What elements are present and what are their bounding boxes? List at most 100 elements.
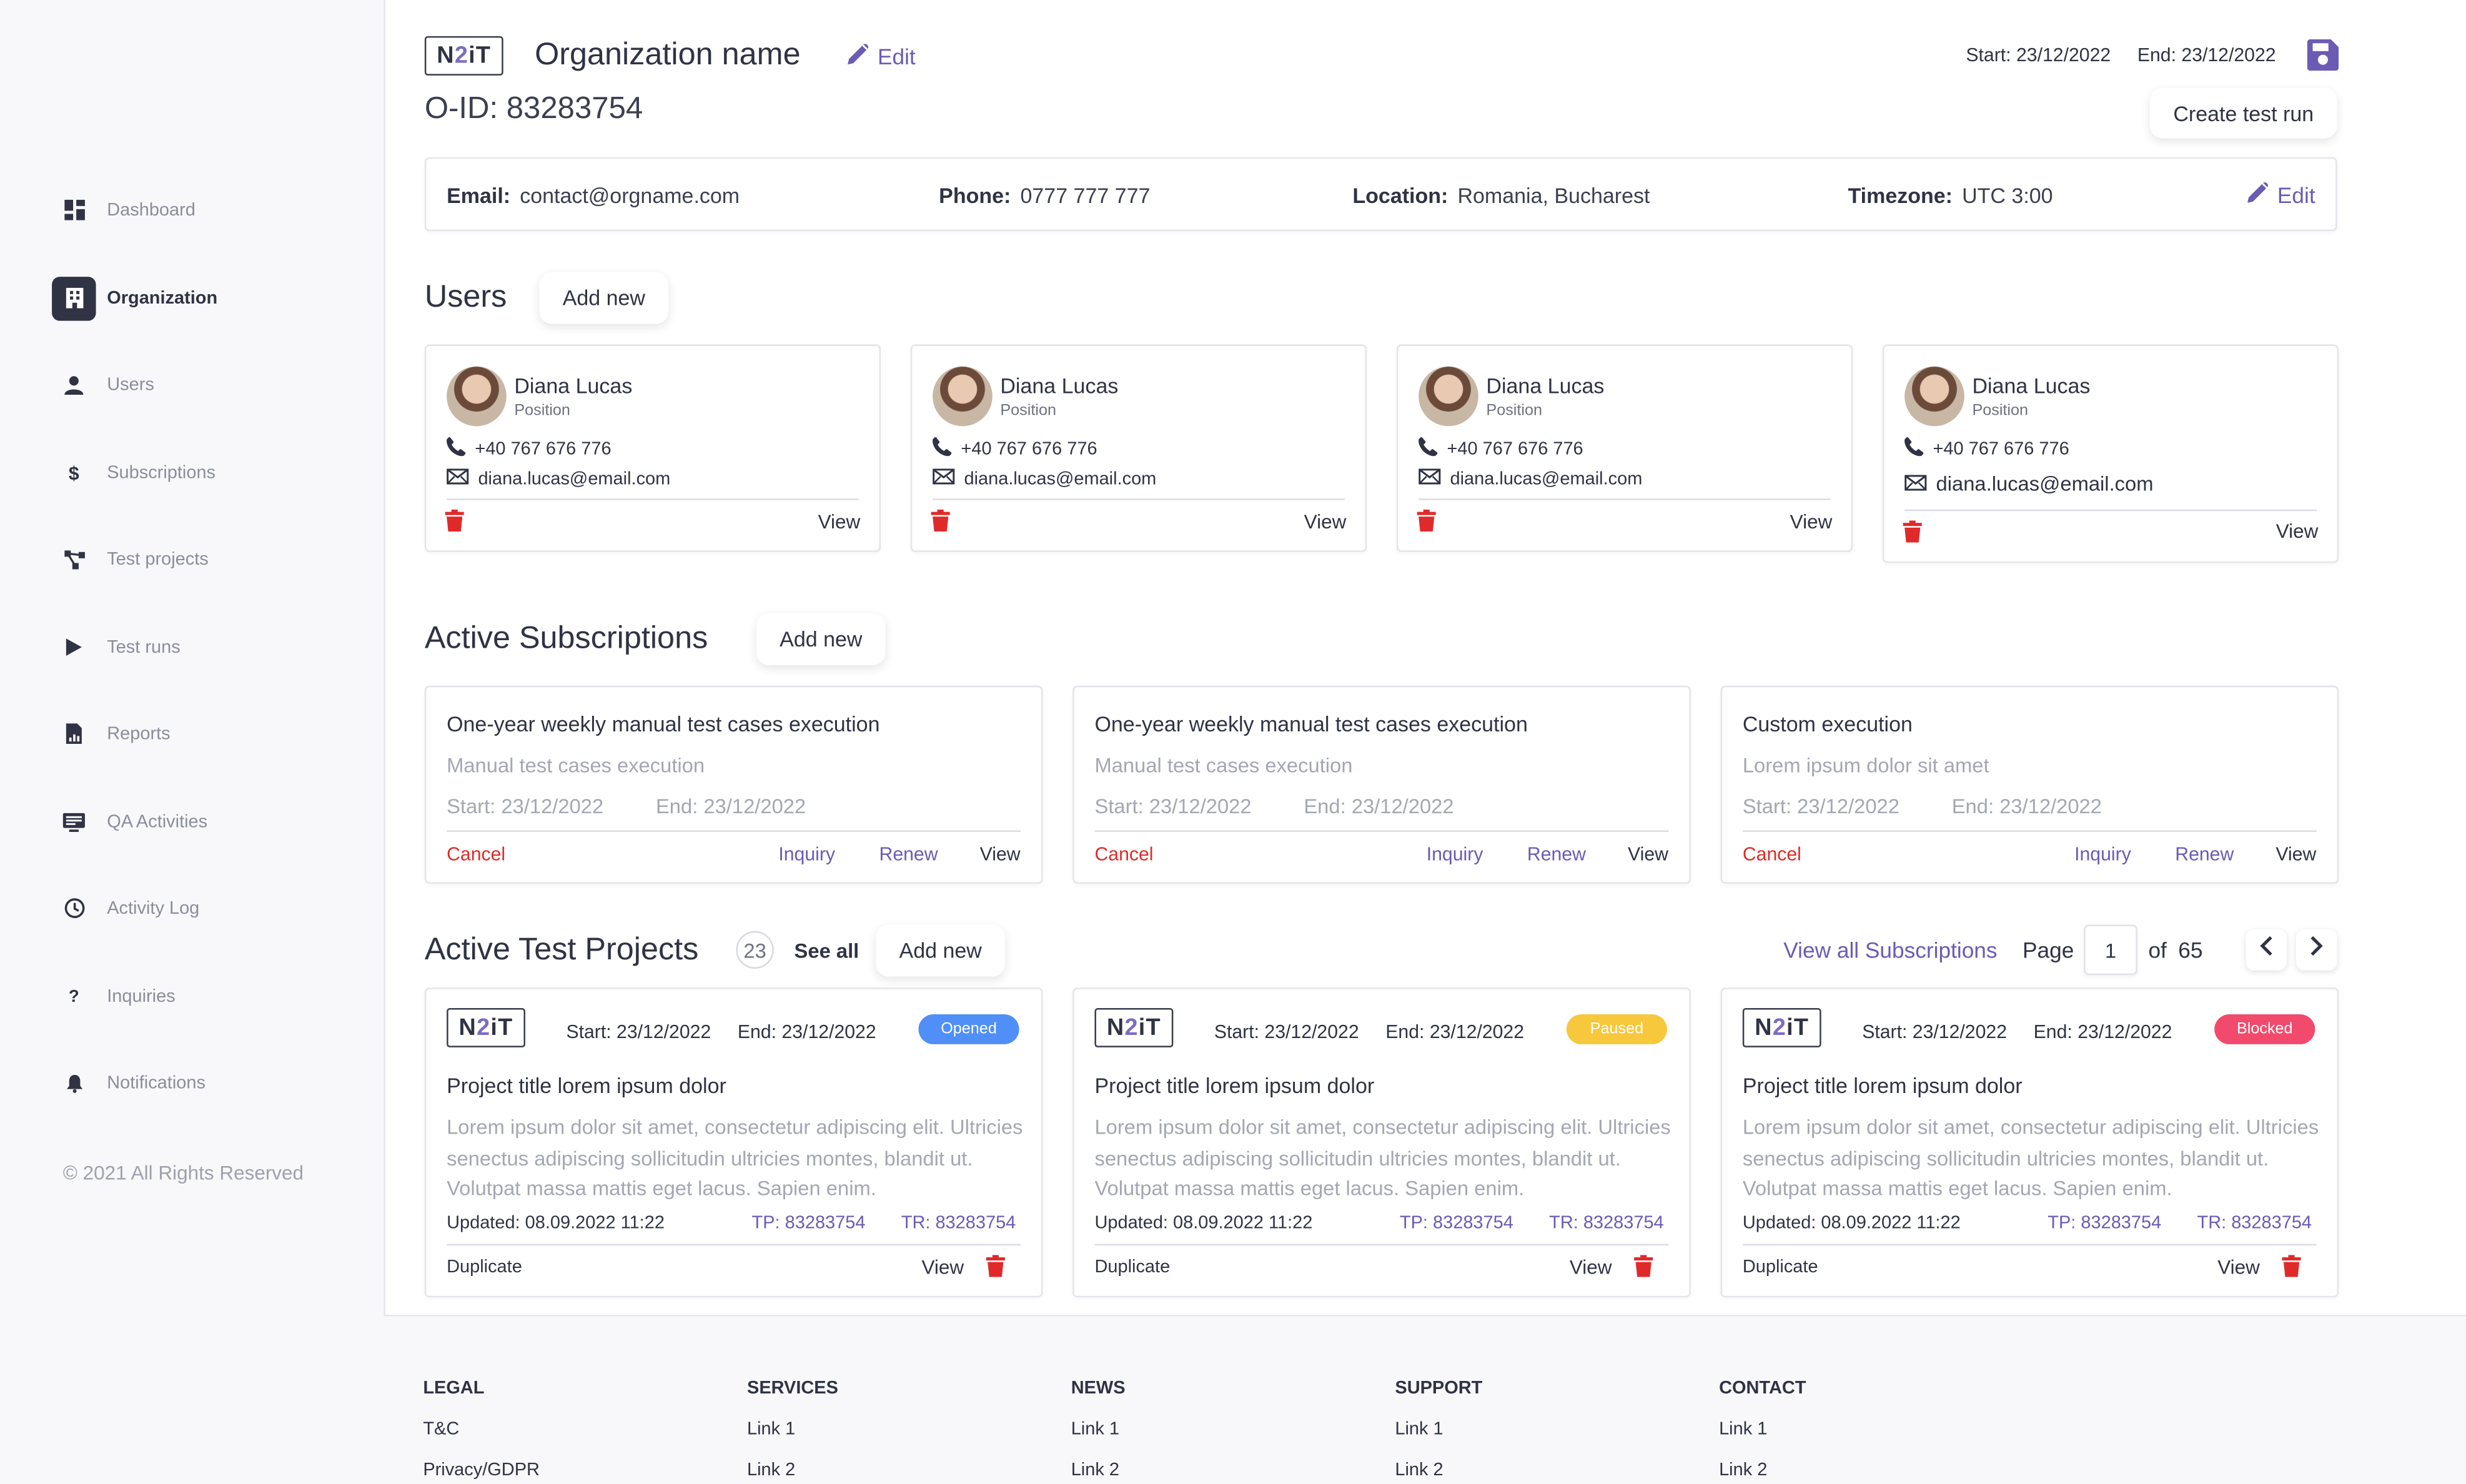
sidebar-item-subscriptions[interactable]: $ Subscriptions bbox=[52, 450, 350, 495]
sidebar-item-label: Test runs bbox=[107, 638, 181, 657]
project-updated: Updated: 08.09.2022 11:22 bbox=[1742, 1214, 1961, 1234]
previous-page-button[interactable] bbox=[2246, 929, 2287, 971]
delete-project-icon[interactable] bbox=[2282, 1255, 2301, 1277]
card-divider bbox=[1094, 1244, 1669, 1246]
user-email: diana.lucas@email.com bbox=[933, 468, 1156, 489]
add-project-button[interactable]: Add new bbox=[876, 924, 1005, 977]
view-user-link[interactable]: View bbox=[1304, 511, 1347, 533]
cancel-subscription-link[interactable]: Cancel bbox=[447, 843, 505, 865]
main-panel: N 2 iT Organization name Edit O-ID: 832837… bbox=[384, 0, 2466, 1317]
create-test-run-button[interactable]: Create test run bbox=[2149, 88, 2337, 139]
sidebar-item-qa-activities[interactable]: QA Activities bbox=[52, 799, 350, 844]
project-description: Lorem ipsum dolor sit amet, consectetur … bbox=[447, 1115, 1023, 1200]
see-all-projects-link[interactable]: See all bbox=[795, 939, 859, 962]
add-user-button[interactable]: Add new bbox=[539, 272, 669, 324]
sidebar-item-activity-log[interactable]: Activity Log bbox=[52, 886, 350, 931]
footer-heading: LEGAL bbox=[423, 1379, 485, 1398]
footer-link[interactable]: Link 1 bbox=[1071, 1420, 1119, 1439]
view-project-link[interactable]: View bbox=[1570, 1257, 1612, 1279]
view-project-link[interactable]: View bbox=[2217, 1257, 2260, 1279]
email-info: Email: contact@orgname.com bbox=[447, 184, 740, 208]
timezone-label: Timezone: bbox=[1848, 184, 1953, 208]
sidebar-item-test-projects[interactable]: Test projects bbox=[52, 537, 350, 582]
delete-project-icon[interactable] bbox=[986, 1255, 1005, 1277]
sidebar-item-inquiries[interactable]: ? Inquiries bbox=[52, 974, 350, 1019]
sidebar-item-organization[interactable]: Organization bbox=[52, 275, 350, 321]
renew-link[interactable]: Renew bbox=[2175, 843, 2234, 865]
inquiry-link[interactable]: Inquiry bbox=[2074, 843, 2131, 865]
test-run-id-link[interactable]: TR: 83283754 bbox=[901, 1214, 1016, 1233]
subscription-subtitle: Manual test cases execution bbox=[1094, 753, 1353, 777]
sidebar-item-dashboard[interactable]: Dashboard bbox=[52, 187, 350, 233]
duplicate-project-link[interactable]: Duplicate bbox=[1743, 1258, 1818, 1277]
user-phone: +40 767 676 776 bbox=[1418, 437, 1583, 461]
chevron-left-icon bbox=[2260, 936, 2272, 964]
organization-info-bar: Email: contact@orgname.com Phone: 0777 777… bbox=[424, 157, 2337, 232]
duplicate-project-link[interactable]: Duplicate bbox=[1094, 1258, 1170, 1277]
view-user-link[interactable]: View bbox=[1790, 511, 1833, 533]
sidebar-item-reports[interactable]: Reports bbox=[52, 711, 350, 756]
delete-project-icon[interactable] bbox=[1634, 1255, 1653, 1277]
next-page-button[interactable] bbox=[2296, 929, 2337, 971]
user-phone-value: +40 767 676 776 bbox=[961, 439, 1097, 458]
user-name: Diana Lucas bbox=[1000, 374, 1119, 398]
start-date: Start: 23/12/2022 bbox=[1966, 44, 2111, 66]
footer-link[interactable]: Link 1 bbox=[747, 1420, 795, 1439]
delete-user-icon[interactable] bbox=[1903, 520, 1922, 543]
sidebar-item-test-runs[interactable]: Test runs bbox=[52, 625, 350, 670]
test-project-id-link[interactable]: TP: 83283754 bbox=[2048, 1214, 2161, 1233]
company-logo: N 2 iT bbox=[447, 1007, 525, 1047]
project-card: N 2 iT Start: 23/12/2022 End: 23/12/2022 Paus… bbox=[1072, 987, 1691, 1298]
view-user-link[interactable]: View bbox=[818, 511, 861, 533]
page-number-input[interactable] bbox=[2084, 924, 2137, 976]
footer-link[interactable]: Link 1 bbox=[1719, 1420, 1767, 1439]
delete-user-icon[interactable] bbox=[1417, 509, 1436, 532]
user-phone: +40 767 676 776 bbox=[1904, 437, 2069, 461]
sidebar-item-notifications[interactable]: Notifications bbox=[52, 1060, 350, 1106]
mail-icon bbox=[933, 468, 955, 489]
sidebar: Dashboard Organization Users $ Subscript… bbox=[0, 0, 384, 1484]
view-subscription-link[interactable]: View bbox=[1628, 843, 1668, 865]
subscription-end: End: 23/12/2022 bbox=[1951, 794, 2102, 818]
test-project-id-link[interactable]: TP: 83283754 bbox=[1400, 1214, 1513, 1233]
test-run-id-link[interactable]: TR: 83283754 bbox=[2197, 1214, 2312, 1233]
phone-info: Phone: 0777 777 777 bbox=[939, 184, 1150, 208]
cancel-subscription-link[interactable]: Cancel bbox=[1743, 843, 1801, 865]
question-icon: ? bbox=[68, 986, 79, 1006]
footer-link[interactable]: Link 1 bbox=[1395, 1420, 1443, 1439]
renew-link[interactable]: Renew bbox=[1527, 843, 1586, 865]
cancel-subscription-link[interactable]: Cancel bbox=[1094, 843, 1153, 865]
view-subscription-link[interactable]: View bbox=[980, 843, 1021, 865]
footer-link[interactable]: Link 2 bbox=[747, 1461, 795, 1480]
add-subscription-button[interactable]: Add new bbox=[756, 613, 886, 666]
save-icon[interactable] bbox=[2307, 39, 2339, 71]
inquiry-link[interactable]: Inquiry bbox=[778, 843, 835, 865]
duplicate-project-link[interactable]: Duplicate bbox=[447, 1258, 522, 1277]
card-divider bbox=[447, 1244, 1021, 1246]
sidebar-item-users[interactable]: Users bbox=[52, 362, 350, 407]
footer-link[interactable]: T&C bbox=[423, 1420, 459, 1439]
test-run-id-link[interactable]: TR: 83283754 bbox=[1549, 1214, 1664, 1233]
view-subscription-link[interactable]: View bbox=[2275, 843, 2316, 865]
edit-organization-name-button[interactable]: Edit bbox=[848, 43, 916, 69]
footer-link[interactable]: Link 2 bbox=[1719, 1461, 1767, 1480]
delete-user-icon[interactable] bbox=[931, 509, 950, 532]
card-divider bbox=[1742, 830, 2317, 832]
test-project-id-link[interactable]: TP: 83283754 bbox=[752, 1214, 866, 1233]
card-divider bbox=[1094, 830, 1669, 832]
footer-link[interactable]: Privacy/GDPR bbox=[423, 1461, 540, 1480]
subscription-subtitle: Manual test cases execution bbox=[447, 753, 705, 777]
footer-link[interactable]: Link 2 bbox=[1395, 1461, 1443, 1480]
location-value: Romania, Bucharest bbox=[1457, 184, 1650, 208]
edit-info-button[interactable]: Edit bbox=[2247, 182, 2315, 207]
view-user-link[interactable]: View bbox=[2276, 520, 2319, 542]
inquiry-link[interactable]: Inquiry bbox=[1427, 843, 1483, 865]
view-project-link[interactable]: View bbox=[921, 1257, 964, 1279]
footer-link[interactable]: Link 2 bbox=[1071, 1461, 1119, 1480]
user-icon bbox=[52, 362, 96, 407]
renew-link[interactable]: Renew bbox=[879, 843, 938, 865]
user-name: Diana Lucas bbox=[1486, 374, 1605, 398]
delete-user-icon[interactable] bbox=[445, 509, 464, 532]
view-all-subscriptions-link[interactable]: View all Subscriptions bbox=[1783, 937, 1997, 962]
subscription-end: End: 23/12/2022 bbox=[1304, 794, 1454, 818]
